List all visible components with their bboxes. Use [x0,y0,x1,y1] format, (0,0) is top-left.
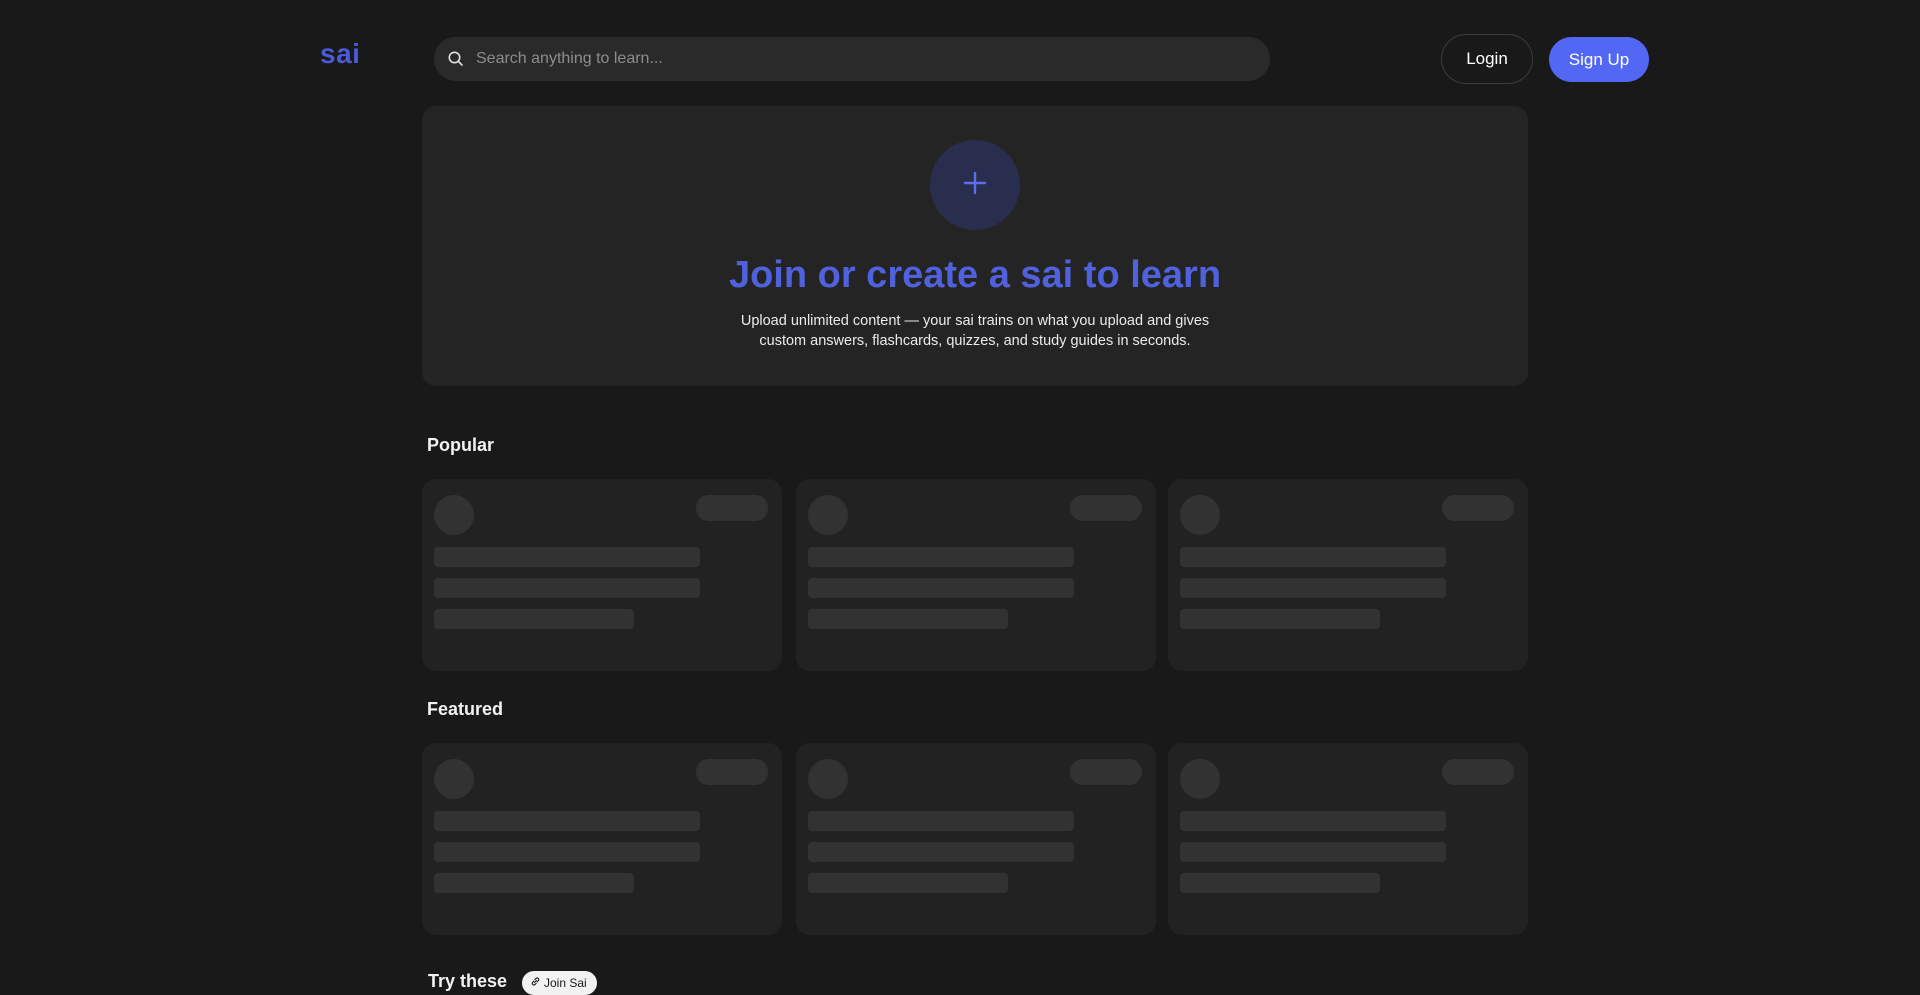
try-these-title: Try these [428,971,508,991]
skeleton-line [1180,609,1380,629]
popular-card-placeholder[interactable] [1168,479,1528,671]
search-icon [446,49,466,69]
skeleton-line [1180,842,1446,862]
top-header: sai Login Sign Up [0,0,1920,118]
skeleton-line [808,873,1008,893]
skeleton-line [434,873,634,893]
skeleton-badge [696,495,768,521]
skeleton-line [434,609,634,629]
skeleton-avatar [1180,759,1220,799]
skeleton-line [808,842,1074,862]
skeleton-avatar [434,495,474,535]
join-sai-label: Join Sai [544,976,587,990]
skeleton-line [808,578,1074,598]
skeleton-line [434,811,700,831]
hero-description: Upload unlimited content — your sai trai… [740,313,1210,349]
skeleton-badge [1442,759,1514,785]
skeleton-line [434,578,700,598]
skeleton-badge [1070,495,1142,521]
popular-card-placeholder[interactable] [796,479,1156,671]
skeleton-avatar [808,759,848,799]
skeleton-line [808,609,1008,629]
skeleton-line [434,547,700,567]
add-sai-button[interactable] [930,140,1020,230]
skeleton-avatar [1180,495,1220,535]
search-input[interactable] [474,49,1254,69]
skeleton-line [808,811,1074,831]
popular-card-placeholder[interactable] [422,479,782,671]
skeleton-line [808,547,1074,567]
skeleton-badge [1442,495,1514,521]
skeleton-line [434,842,700,862]
skeleton-avatar [808,495,848,535]
featured-card-placeholder[interactable] [1168,743,1528,935]
link-icon [530,976,541,990]
search-bar[interactable] [434,37,1270,81]
login-button[interactable]: Login [1441,34,1533,84]
featured-section-title: Featured [427,699,504,719]
skeleton-line [1180,547,1446,567]
skeleton-badge [1070,759,1142,785]
skeleton-line [1180,873,1380,893]
plus-icon [963,171,987,200]
join-sai-button[interactable]: Join Sai [522,971,597,995]
featured-card-placeholder[interactable] [422,743,782,935]
signup-button[interactable]: Sign Up [1549,37,1649,82]
skeleton-avatar [434,759,474,799]
featured-card-placeholder[interactable] [796,743,1156,935]
popular-section-title: Popular [427,435,495,455]
logo[interactable]: sai [320,38,360,70]
skeleton-line [1180,811,1446,831]
skeleton-badge [696,759,768,785]
skeleton-line [1180,578,1446,598]
hero-title: Join or create a sai to learn [728,254,1222,296]
create-sai-card: Join or create a sai to learn Upload unl… [422,106,1528,386]
